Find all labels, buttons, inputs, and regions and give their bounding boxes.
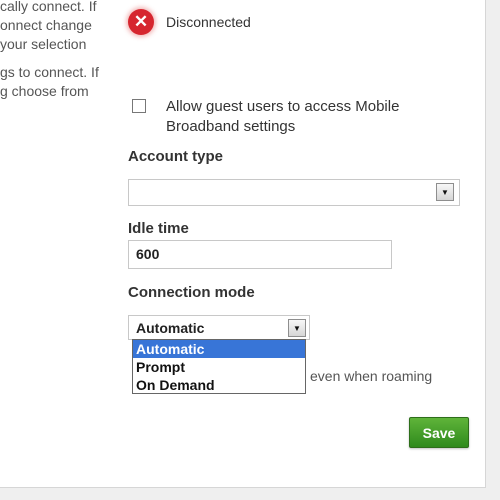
chevron-down-icon[interactable]: ▼ [288, 319, 306, 337]
connection-mode-options: Automatic Prompt On Demand [132, 339, 306, 394]
description-line: onnect change [0, 17, 92, 33]
settings-panel: cally connect. If onnect change your sel… [0, 0, 486, 488]
option-prompt[interactable]: Prompt [133, 358, 305, 376]
option-on-demand[interactable]: On Demand [133, 376, 305, 394]
idle-time-label: Idle time [128, 220, 189, 237]
connection-mode-label: Connection mode [128, 284, 255, 301]
description-line: g choose from [0, 83, 89, 99]
account-type-label: Account type [128, 148, 224, 165]
chevron-down-icon[interactable]: ▼ [436, 183, 454, 201]
connection-mode-select[interactable]: Automatic ▼ [128, 315, 310, 340]
account-type-select[interactable]: ▼ [128, 179, 460, 206]
description-line: cally connect. If [0, 0, 97, 14]
roaming-label: even when roaming [310, 368, 433, 384]
status-label: Disconnected [166, 14, 251, 30]
guest-access-checkbox[interactable] [132, 99, 146, 113]
description-line: your selection [0, 36, 87, 52]
connection-status: ✕ Disconnected [128, 8, 251, 36]
guest-access-label: Allow guest users to access Mobile Broad… [166, 98, 400, 135]
page: cally connect. If onnect change your sel… [0, 0, 500, 500]
error-icon: ✕ [128, 9, 154, 35]
option-automatic[interactable]: Automatic [133, 340, 305, 358]
description-line: gs to connect. If [0, 64, 99, 80]
save-button[interactable]: Save [409, 417, 469, 448]
connection-mode-value: Automatic [136, 320, 205, 336]
idle-time-input[interactable]: 600 [128, 240, 392, 269]
